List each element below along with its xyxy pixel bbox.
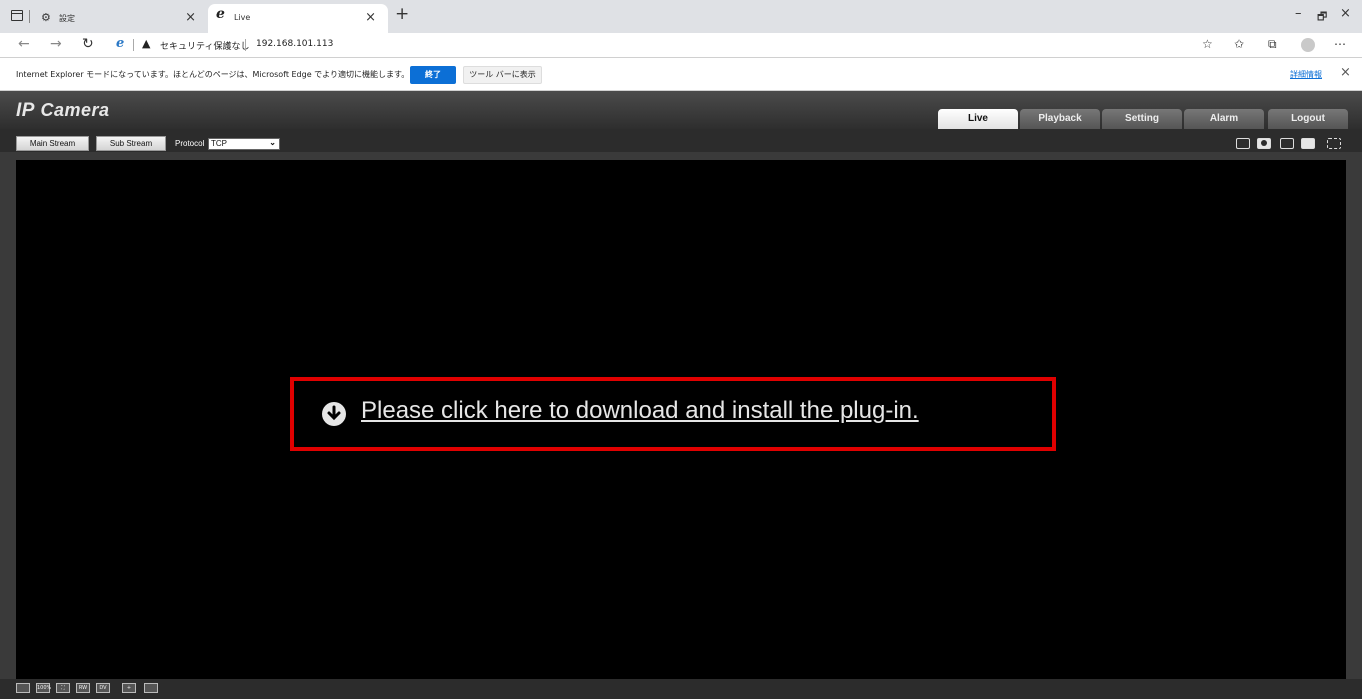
exit-ie-mode-button[interactable]: 終了	[410, 66, 456, 84]
url-field[interactable]: 192.168.101.113	[256, 39, 333, 49]
tab-live[interactable]: e Live ×	[208, 4, 388, 33]
address-bar: ← → ↻ e ▲ セキュリティ保護なし 192.168.101.113 ☆ ✩…	[0, 33, 1362, 57]
protocol-select[interactable]: TCP ⌄	[208, 138, 280, 150]
sub-stream-button[interactable]: Sub Stream	[96, 136, 166, 151]
download-plugin-link[interactable]: Please click here to download and instal…	[361, 397, 919, 425]
video-viewport: Please click here to download and instal…	[16, 160, 1346, 679]
digital-zoom-icon[interactable]	[1236, 138, 1250, 149]
triple-snapshot-icon[interactable]	[1280, 138, 1294, 149]
browser-tab-strip: ⚙ 設定 × e Live × + – 🗗 ×	[0, 0, 1362, 33]
minimize-button[interactable]: –	[1295, 6, 1302, 21]
ie-mode-icon[interactable]: e	[116, 36, 124, 51]
original-size-button[interactable]: 100%	[36, 683, 51, 693]
tab-setting[interactable]: Setting	[1102, 109, 1182, 129]
tab-alarm[interactable]: Alarm	[1184, 109, 1264, 129]
tab-divider	[29, 10, 30, 23]
ip-camera-app: IP Camera Live Playback Setting Alarm Lo…	[0, 91, 1362, 699]
app-header: IP Camera Live Playback Setting Alarm Lo…	[0, 91, 1362, 129]
tab-live[interactable]: Live	[938, 109, 1018, 129]
protocol-value: TCP	[211, 139, 227, 148]
fluency-button[interactable]: DV	[96, 683, 110, 693]
ie-mode-bar: Internet Explorer モードになっています。ほとんどのページは、M…	[0, 57, 1362, 91]
fullscreen-icon[interactable]	[1327, 138, 1341, 149]
details-link[interactable]: 詳細情報	[1290, 69, 1322, 80]
tab-live-close-icon[interactable]: ×	[365, 10, 376, 25]
warning-icon[interactable]: ▲	[142, 37, 150, 50]
tab-live-label: Live	[234, 13, 251, 22]
new-tab-button[interactable]: +	[395, 6, 409, 23]
fit-window-button[interactable]: ⛶	[56, 683, 70, 693]
close-window-button[interactable]: ×	[1340, 6, 1351, 21]
main-stream-button[interactable]: Main Stream	[16, 136, 89, 151]
tab-settings[interactable]: ⚙ 設定 ×	[33, 4, 208, 33]
window-mode-icon[interactable]	[144, 683, 158, 693]
back-icon[interactable]: ←	[18, 36, 30, 52]
record-icon[interactable]	[1301, 138, 1315, 149]
ie-bar-close-icon[interactable]: ×	[1340, 65, 1351, 80]
tab-playback[interactable]: Playback	[1020, 109, 1100, 129]
download-icon[interactable]	[322, 402, 346, 426]
protocol-label: Protocol	[175, 139, 205, 148]
image-adjust-icon[interactable]	[16, 683, 30, 693]
gear-icon: ⚙	[41, 11, 51, 24]
address-divider	[133, 39, 134, 51]
stream-toolbar: Main Stream Sub Stream Protocol TCP ⌄	[0, 129, 1362, 152]
security-warning-text[interactable]: セキュリティ保護なし	[160, 39, 249, 52]
restore-button[interactable]: 🗗	[1317, 8, 1327, 27]
tab-settings-close-icon[interactable]: ×	[185, 10, 196, 25]
address-divider	[245, 39, 246, 51]
bottom-toolbar: 100% ⛶ RW DV +	[0, 679, 1362, 699]
workspaces-icon[interactable]	[11, 10, 23, 21]
show-in-toolbar-button[interactable]: ツール バーに表示	[463, 66, 542, 84]
snapshot-icon[interactable]	[1257, 138, 1271, 149]
tab-logout[interactable]: Logout	[1268, 109, 1348, 129]
plugin-highlight-box: Please click here to download and instal…	[290, 377, 1056, 451]
brand-logo: IP Camera	[16, 100, 110, 121]
ptz-button[interactable]: +	[122, 683, 136, 693]
profile-avatar[interactable]	[1301, 38, 1315, 52]
collections-icon[interactable]: ⧉	[1268, 37, 1277, 52]
favorite-add-icon[interactable]: ☆	[1202, 37, 1213, 51]
ie-mode-message: Internet Explorer モードになっています。ほとんどのページは、M…	[16, 70, 410, 79]
refresh-icon[interactable]: ↻	[82, 36, 94, 52]
favorites-icon[interactable]: ✩	[1234, 37, 1244, 51]
forward-icon[interactable]: →	[50, 36, 62, 52]
chevron-down-icon: ⌄	[269, 138, 276, 147]
ie-icon: e	[216, 6, 225, 22]
tab-settings-label: 設定	[59, 14, 75, 23]
more-icon[interactable]: ⋯	[1334, 37, 1346, 51]
aspect-ratio-button[interactable]: RW	[76, 683, 90, 693]
